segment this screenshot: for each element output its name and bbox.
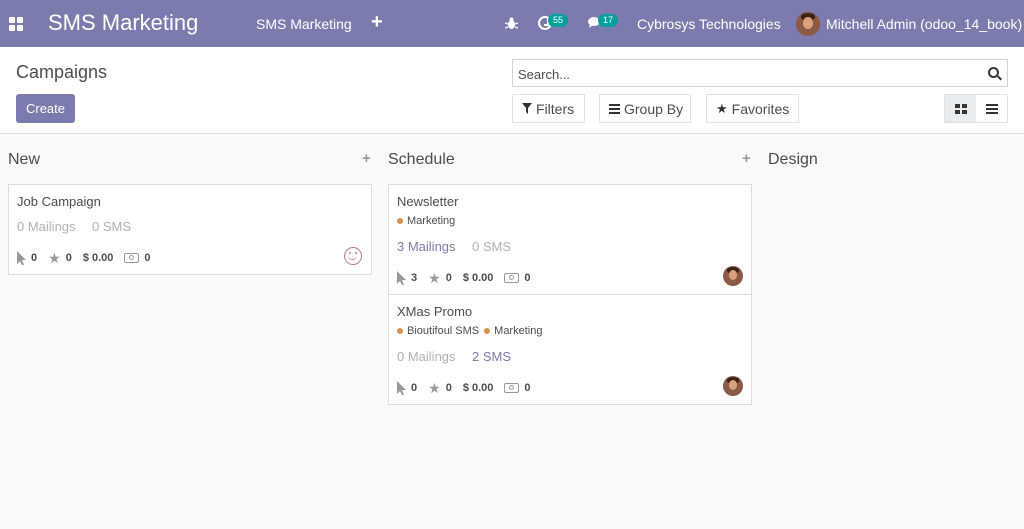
create-button[interactable]: Create xyxy=(16,94,75,123)
groupby-label: Group By xyxy=(624,100,684,117)
clicks-metric: 0 xyxy=(397,381,417,395)
mailings-count[interactable]: 3 Mailings xyxy=(397,239,456,254)
sms-count[interactable]: 0 SMS xyxy=(92,219,131,234)
search-box xyxy=(512,59,1008,87)
bug-icon[interactable] xyxy=(505,17,518,30)
company-switcher[interactable]: Cybrosys Technologies xyxy=(637,16,781,32)
revenue-metric: $ 0.00 xyxy=(83,252,114,264)
card-metrics: 0 ★ 0 $ 0.00 0 xyxy=(397,381,542,395)
column-add-button-new[interactable]: + xyxy=(362,150,371,167)
card-metrics: 3 ★ 0 $ 0.00 0 xyxy=(397,271,542,285)
bars-icon xyxy=(609,103,620,114)
revenue-metric: $ 0.00 xyxy=(463,382,494,394)
card-title: Job Campaign xyxy=(17,194,101,209)
clicks-value: 0 xyxy=(31,252,38,264)
money-icon xyxy=(124,253,140,263)
activity-count-badge: 55 xyxy=(548,14,569,27)
favorites-label: Favorites xyxy=(731,100,790,117)
tag: Bioutifoul SMS xyxy=(397,325,479,337)
money-icon xyxy=(504,273,520,283)
sms-count[interactable]: 0 SMS xyxy=(472,239,511,254)
cash-metric: 0 xyxy=(124,252,151,264)
revenue-value: $ 0.00 xyxy=(462,382,494,394)
search-input[interactable] xyxy=(518,65,978,83)
sms-count[interactable]: 2 SMS xyxy=(472,349,511,364)
top-navbar: SMS Marketing SMS Marketing + 55 17 Cybr… xyxy=(0,0,1024,47)
smile-icon[interactable] xyxy=(344,247,362,265)
mailings-count[interactable]: 0 Mailings xyxy=(397,349,456,364)
kanban-icon xyxy=(954,103,967,114)
breadcrumb: Campaigns xyxy=(16,62,108,82)
kanban-card-job-campaign[interactable]: Job Campaign 0 Mailings 0 SMS 0 ★ 0 $ 0.… xyxy=(8,184,372,275)
clicks-value: 3 xyxy=(411,272,418,284)
column-title-new: New xyxy=(8,151,41,168)
revenue-metric: $ 0.00 xyxy=(463,272,494,284)
filters-button[interactable]: Filters xyxy=(512,94,585,123)
tag-dot-icon xyxy=(397,218,403,224)
money-icon xyxy=(504,383,520,393)
cash-value: 0 xyxy=(524,382,531,394)
stars-value: 0 xyxy=(445,382,452,394)
view-switcher xyxy=(944,94,1008,123)
tags: Marketing xyxy=(397,215,455,227)
mailings-count[interactable]: 0 Mailings xyxy=(17,219,76,234)
stars-value: 0 xyxy=(445,272,452,284)
kanban-card-xmas-promo[interactable]: XMas Promo Bioutifoul SMS Marketing 0 Ma… xyxy=(388,294,752,405)
owner-avatar[interactable] xyxy=(723,266,743,286)
cash-value: 0 xyxy=(524,272,531,284)
star-icon: ★ xyxy=(428,270,441,286)
clicks-value: 0 xyxy=(411,382,418,394)
tag-label: Marketing xyxy=(494,325,543,337)
card-title: Newsletter xyxy=(397,194,459,209)
star-icon: ★ xyxy=(428,380,441,396)
cursor-icon xyxy=(17,251,26,265)
card-metrics: 0 ★ 0 $ 0.00 0 xyxy=(17,251,162,265)
cursor-icon xyxy=(397,271,406,285)
tag: Marketing xyxy=(397,215,455,227)
stars-value: 0 xyxy=(65,252,72,264)
revenue-value: $ 0.00 xyxy=(462,272,494,284)
tag-label: Bioutifoul SMS xyxy=(407,325,480,337)
cash-metric: 0 xyxy=(504,382,531,394)
app-title[interactable]: SMS Marketing xyxy=(48,10,198,36)
star-icon: ★ xyxy=(716,100,728,116)
column-title-design: Design xyxy=(768,151,818,168)
add-menu-button[interactable]: + xyxy=(371,11,383,34)
list-icon xyxy=(985,103,998,114)
tags: Bioutifoul SMS Marketing xyxy=(397,325,542,337)
tag-dot-icon xyxy=(397,328,403,334)
star-icon: ★ xyxy=(48,250,61,266)
messages-count-badge: 17 xyxy=(598,14,619,27)
list-view-button[interactable] xyxy=(976,95,1007,122)
search-icon[interactable] xyxy=(988,67,999,78)
cash-metric: 0 xyxy=(504,272,531,284)
cursor-icon xyxy=(397,381,406,395)
stars-metric: ★ 0 xyxy=(48,250,72,266)
owner-avatar[interactable] xyxy=(723,376,743,396)
clicks-metric: 0 xyxy=(17,251,37,265)
card-title: XMas Promo xyxy=(397,304,473,319)
filter-icon xyxy=(522,103,532,114)
filters-label: Filters xyxy=(536,100,575,117)
groupby-button[interactable]: Group By xyxy=(599,94,691,123)
stars-metric: ★ 0 xyxy=(428,380,452,396)
favorites-button[interactable]: ★ Favorites xyxy=(706,94,799,123)
user-avatar[interactable] xyxy=(796,12,820,36)
column-title-schedule: Schedule xyxy=(388,151,455,168)
tag-dot-icon xyxy=(484,328,491,334)
user-menu[interactable]: Mitchell Admin (odoo_14_book) xyxy=(826,16,1022,32)
column-add-button-schedule[interactable]: + xyxy=(742,150,751,167)
tag-label: Marketing xyxy=(407,215,456,227)
tag: Marketing xyxy=(484,325,542,337)
revenue-value: $ 0.00 xyxy=(82,252,114,264)
cash-value: 0 xyxy=(144,252,151,264)
stars-metric: ★ 0 xyxy=(428,270,452,286)
control-panel: Campaigns Create Filters Group By ★ Favo… xyxy=(0,47,1024,134)
clicks-metric: 3 xyxy=(397,271,417,285)
apps-menu-icon[interactable] xyxy=(9,17,23,31)
kanban-view-button[interactable] xyxy=(945,95,976,122)
kanban-card-newsletter[interactable]: Newsletter Marketing 3 Mailings 0 SMS 3 … xyxy=(388,184,752,295)
menu-item-sms-marketing[interactable]: SMS Marketing xyxy=(256,16,352,32)
